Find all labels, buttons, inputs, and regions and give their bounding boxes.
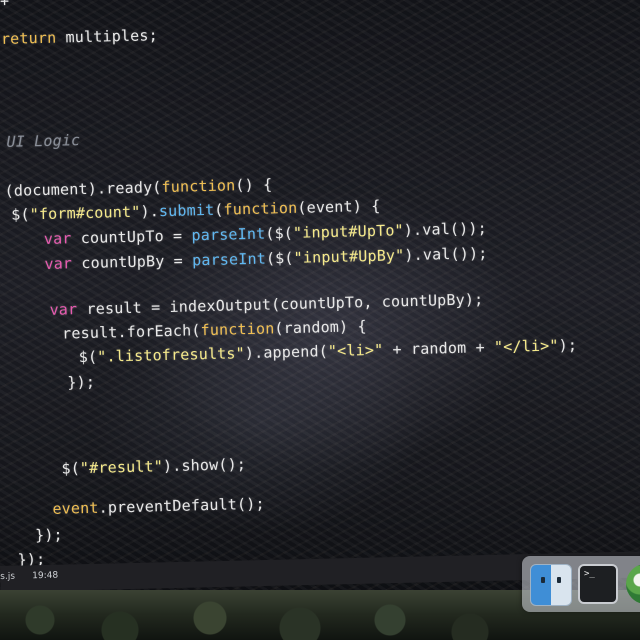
code-token: () { [235, 175, 273, 195]
code-token: parseInt [191, 224, 266, 245]
code-token: function [161, 176, 236, 197]
code-editor[interactable]: + return multiples; UI Logic (document).… [0, 0, 640, 570]
code-line: var countUpTo = parseInt($("input#UpTo")… [44, 219, 487, 248]
brace-text: + [0, 0, 10, 10]
code-token: "input#UpBy" [293, 246, 405, 267]
code-token: (random) { [274, 317, 367, 338]
code-token: ).val()); [403, 219, 488, 240]
code-token: "#result" [79, 457, 164, 478]
code-line: (document).ready(function() { [4, 175, 272, 200]
code-token: event [52, 498, 99, 518]
code-token: $( [61, 459, 81, 478]
code-token: var [49, 300, 78, 319]
code-token: .preventDefault(); [98, 494, 265, 517]
code-token: ); [558, 336, 578, 355]
code-token: function [200, 319, 275, 340]
code-token: "</li>" [493, 336, 559, 357]
code-line: UI Logic [6, 131, 80, 151]
code-token: var [43, 229, 72, 248]
code-token: countUpBy = [71, 251, 193, 273]
code-line: var countUpBy = parseInt($("input#UpBy")… [44, 244, 487, 273]
code-token: }); [67, 372, 96, 392]
code-line: event.preventDefault(); [52, 495, 265, 518]
code-token: + random + [383, 338, 495, 359]
code-token: UI Logic [6, 131, 81, 151]
dock: >_ [522, 556, 640, 612]
code-line: return multiples; [1, 26, 158, 48]
code-token: "input#UpTo" [292, 221, 405, 242]
code-token: (document).ready( [4, 178, 162, 200]
code-line: }); [35, 526, 63, 545]
code-token: return [0, 28, 57, 48]
code-token: var [44, 254, 73, 273]
photographed-screen: + return multiples; UI Logic (document).… [0, 0, 640, 640]
code-line: }); [67, 373, 95, 392]
code-token: (event) { [297, 196, 381, 217]
status-time: 19:48 [32, 570, 59, 582]
maps-icon[interactable] [626, 564, 640, 604]
code-token: countUpTo = [71, 226, 192, 248]
code-line: $(".listofresults").append("<li>" + rand… [79, 336, 578, 366]
code-line: $("#result").show(); [61, 455, 246, 478]
code-token: ($( [265, 248, 294, 268]
code-brace-fragment: + [0, 0, 9, 10]
code-token: $( [11, 205, 30, 224]
code-token: ). [140, 202, 160, 221]
status-filename[interactable]: s.js [0, 572, 15, 582]
code-token: "<li>" [327, 340, 384, 361]
code-token: ).append( [244, 342, 329, 363]
code-token: ).val()); [404, 244, 488, 265]
code-line: $("form#count").submit(function(event) { [11, 197, 381, 224]
code-token: result = indexOutput(countUpTo, countUpB… [77, 290, 484, 319]
code-token: ($( [265, 223, 294, 243]
code-line: result.forEach(function(random) { [62, 317, 367, 342]
terminal-prompt-text: >_ [584, 569, 595, 579]
code-token: ).show(); [162, 455, 247, 476]
code-line: var result = indexOutput(countUpTo, coun… [49, 290, 483, 319]
code-token: parseInt [191, 249, 267, 270]
code-token: function [223, 198, 298, 219]
code-token: multiples; [56, 26, 159, 47]
code-token: result.forEach( [61, 321, 201, 343]
code-token: }); [34, 525, 64, 545]
code-token: "form#count" [29, 202, 141, 224]
terminal-icon[interactable]: >_ [578, 564, 618, 604]
code-token: submit [158, 200, 215, 221]
finder-icon[interactable] [530, 564, 572, 606]
code-token: ".listofresults" [96, 344, 246, 366]
code-token: $( [78, 347, 98, 367]
